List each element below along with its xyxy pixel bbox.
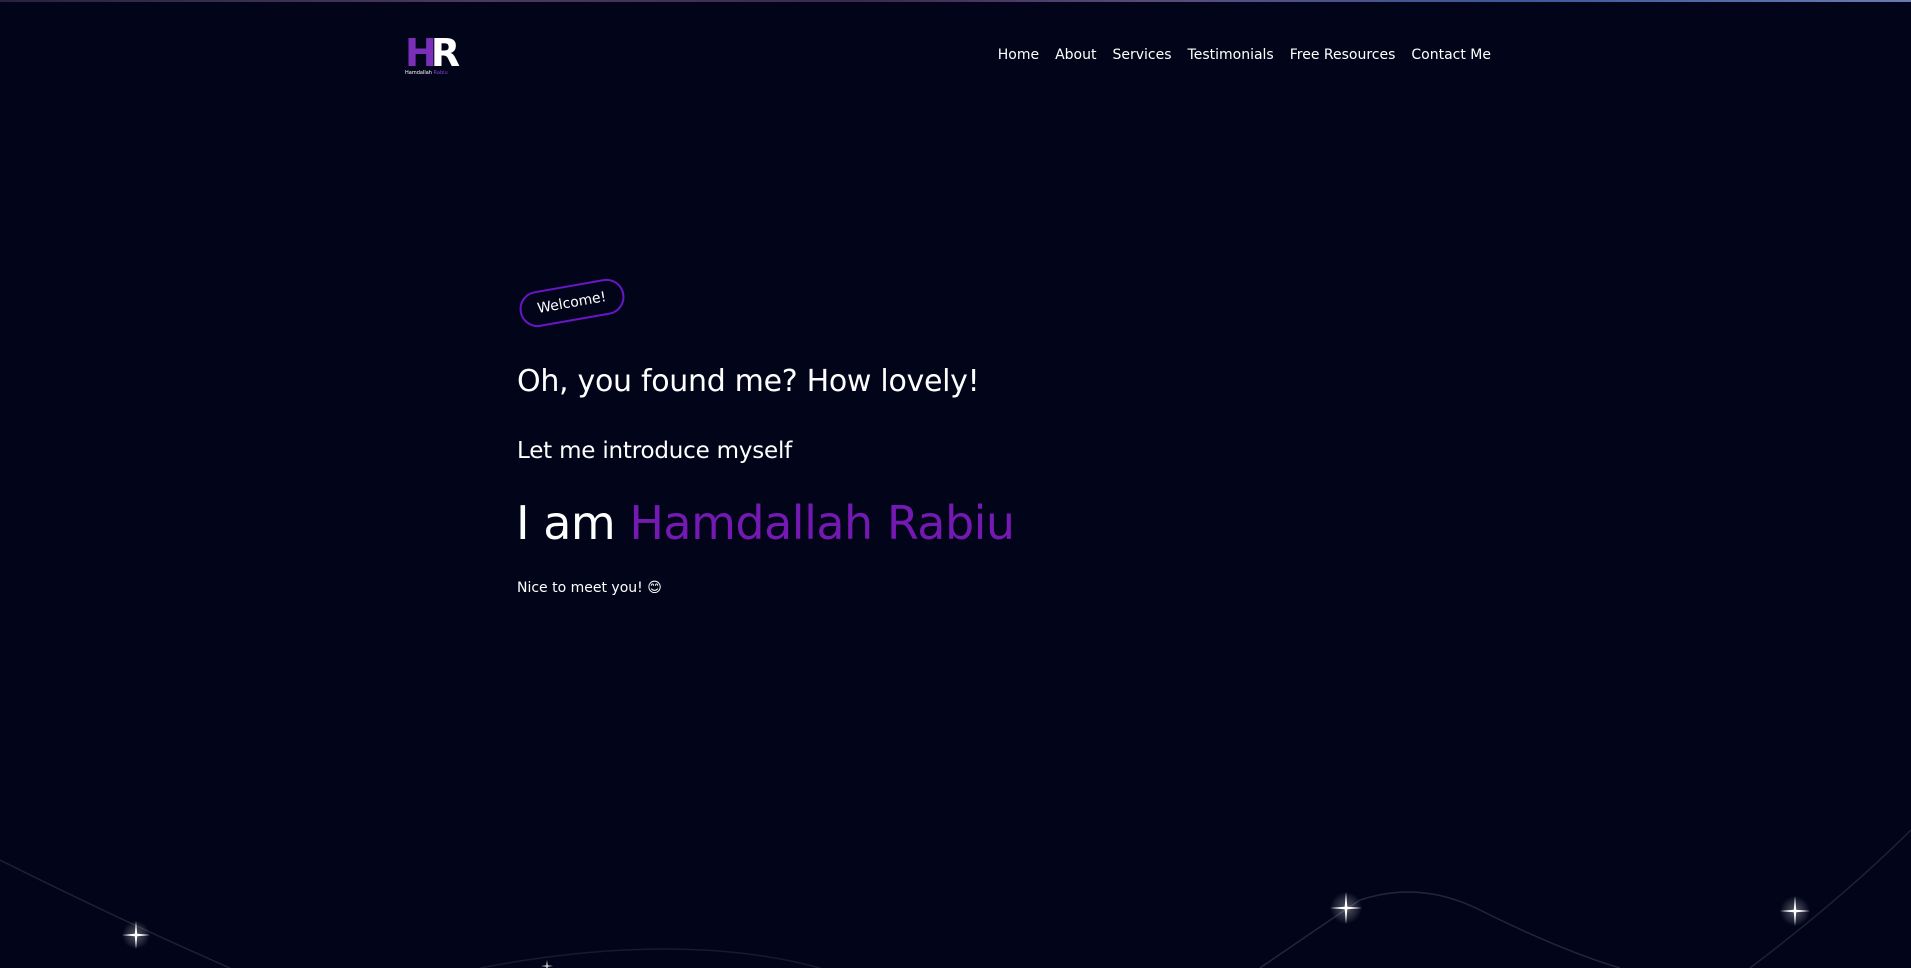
nav-item-free-resources[interactable]: Free Resources xyxy=(1290,46,1396,64)
logo-mark: HR xyxy=(405,31,460,75)
page: HR Hamdallah Rabiu Home About Services T… xyxy=(0,0,1911,968)
nav-item-home[interactable]: Home xyxy=(998,46,1039,64)
background-arc-right xyxy=(1259,891,1621,968)
welcome-badge: Welcome! xyxy=(516,276,627,330)
sparkle-icon xyxy=(122,921,150,949)
nav-item-contact-me[interactable]: Contact Me xyxy=(1411,46,1491,64)
background-arc-left xyxy=(0,859,231,968)
nav-item-services[interactable]: Services xyxy=(1112,46,1171,64)
hero-name-prefix: I am xyxy=(516,496,630,550)
hero-name: Hamdallah Rabiu xyxy=(629,496,1015,550)
sparkle-icon xyxy=(1330,892,1362,924)
hero-headline: Oh, you found me? How lovely! xyxy=(517,364,980,399)
logo-subtitle: Hamdallah Rabiu xyxy=(405,70,448,77)
background-arc-mid xyxy=(479,948,821,968)
site-header: HR Hamdallah Rabiu Home About Services T… xyxy=(0,0,1911,110)
hero-intro: Let me introduce myself xyxy=(517,438,793,464)
nav-item-about[interactable]: About xyxy=(1055,46,1096,64)
logo-subtitle-last: Rabiu xyxy=(433,70,448,76)
hero-name-line: I am Hamdallah Rabiu xyxy=(516,495,1015,551)
logo[interactable]: HR Hamdallah Rabiu xyxy=(405,31,460,78)
logo-subtitle-first: Hamdallah xyxy=(405,70,432,76)
nav-item-testimonials[interactable]: Testimonials xyxy=(1188,46,1274,64)
background-arc-far-right xyxy=(1749,829,1911,968)
logo-mark-r: R xyxy=(430,31,460,75)
sparkle-icon xyxy=(1780,896,1810,926)
main-nav: Home About Services Testimonials Free Re… xyxy=(998,46,1491,64)
logo-mark-h: H xyxy=(405,31,437,75)
background-decoration xyxy=(0,829,1911,968)
sparkle-icon xyxy=(541,960,553,968)
hero-greeting: Nice to meet you! 😊 xyxy=(517,580,662,596)
